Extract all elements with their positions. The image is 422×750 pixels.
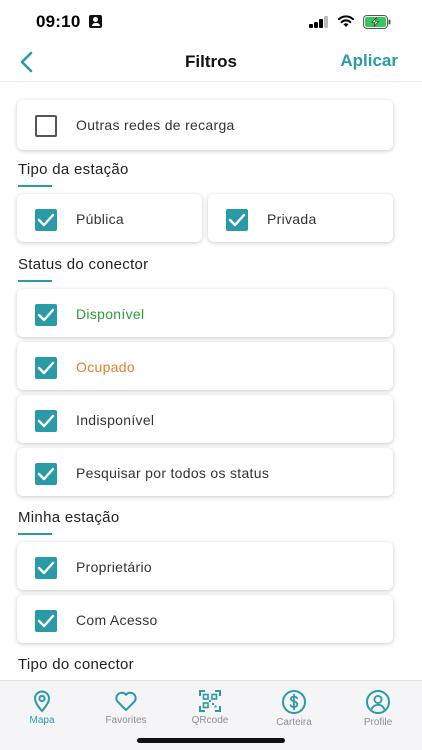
checkbox-checked-icon[interactable] [35,410,57,432]
battery-charging-icon [363,15,391,29]
section-underline [18,185,52,187]
home-indicator [137,738,285,743]
tab-label: Favorites [105,715,147,726]
tab-label: Profile [363,717,393,728]
section-underline [18,280,52,282]
cellular-signal-icon [309,16,329,28]
checkbox-checked-icon[interactable] [35,357,57,379]
map-pin-icon [33,690,51,713]
checkbox-checked-icon[interactable] [35,610,57,632]
wifi-icon [338,15,354,27]
filter-option-label: Ocupado [76,359,135,375]
apply-button[interactable]: Aplicar [340,51,398,71]
tab-label: QRcode [191,715,229,726]
filter-option-occupied[interactable]: Ocupado [17,342,393,390]
checkbox-checked-icon[interactable] [35,557,57,579]
filter-option-label: Privada [267,211,317,227]
qrcode-icon [199,690,221,712]
tab-label: Carteira [276,717,312,728]
profile-icon [366,690,390,714]
filter-option-other-networks[interactable]: Outras redes de recarga [17,100,393,150]
filter-option-owner[interactable]: Proprietário [17,542,393,590]
navigation-header: Filtros Aplicar [0,44,422,82]
filter-option-label: Indisponível [76,412,155,428]
filter-option-label: Outras redes de recarga [76,117,235,133]
filter-option-available[interactable]: Disponível [17,289,393,337]
section-title-connector-type: Tipo do conector [18,656,134,673]
tab-label: Mapa [29,715,55,726]
filter-option-all-status[interactable]: Pesquisar por todos os status [17,448,393,496]
tab-wallet[interactable]: Carteira [252,689,336,728]
checkbox-checked-icon[interactable] [35,463,57,485]
checkbox-checked-icon[interactable] [35,209,57,231]
filter-option-label: Pública [76,211,125,227]
filters-content: Outras redes de recarga Tipo da estação … [0,82,422,680]
status-bar: 09:10 [0,0,422,44]
filter-option-private[interactable]: Privada [208,194,393,242]
section-title-my-station: Minha estação [18,509,120,526]
tab-profile[interactable]: Profile [336,689,420,728]
section-underline [18,533,52,535]
filter-option-label: Disponível [76,306,145,322]
tab-qrcode[interactable]: QRcode [168,689,252,726]
filter-option-unavailable[interactable]: Indisponível [17,395,393,443]
section-title-station-type: Tipo da estação [18,161,129,178]
heart-icon [115,691,137,711]
filter-option-label: Pesquisar por todos os status [76,465,270,481]
filter-option-with-access[interactable]: Com Acesso [17,595,393,643]
dollar-icon [282,690,306,714]
filter-option-label: Com Acesso [76,612,158,628]
status-time: 09:10 [36,12,81,31]
checkbox-unchecked-icon[interactable] [35,115,57,137]
filter-option-public[interactable]: Pública [17,194,202,242]
filter-option-label: Proprietário [76,559,152,575]
section-title-connector-status: Status do conector [18,256,149,273]
contact-card-icon [89,15,102,28]
tab-map[interactable]: Mapa [0,689,84,726]
checkbox-checked-icon[interactable] [226,209,248,231]
tab-favorites[interactable]: Favorites [84,689,168,726]
checkbox-checked-icon[interactable] [35,304,57,326]
